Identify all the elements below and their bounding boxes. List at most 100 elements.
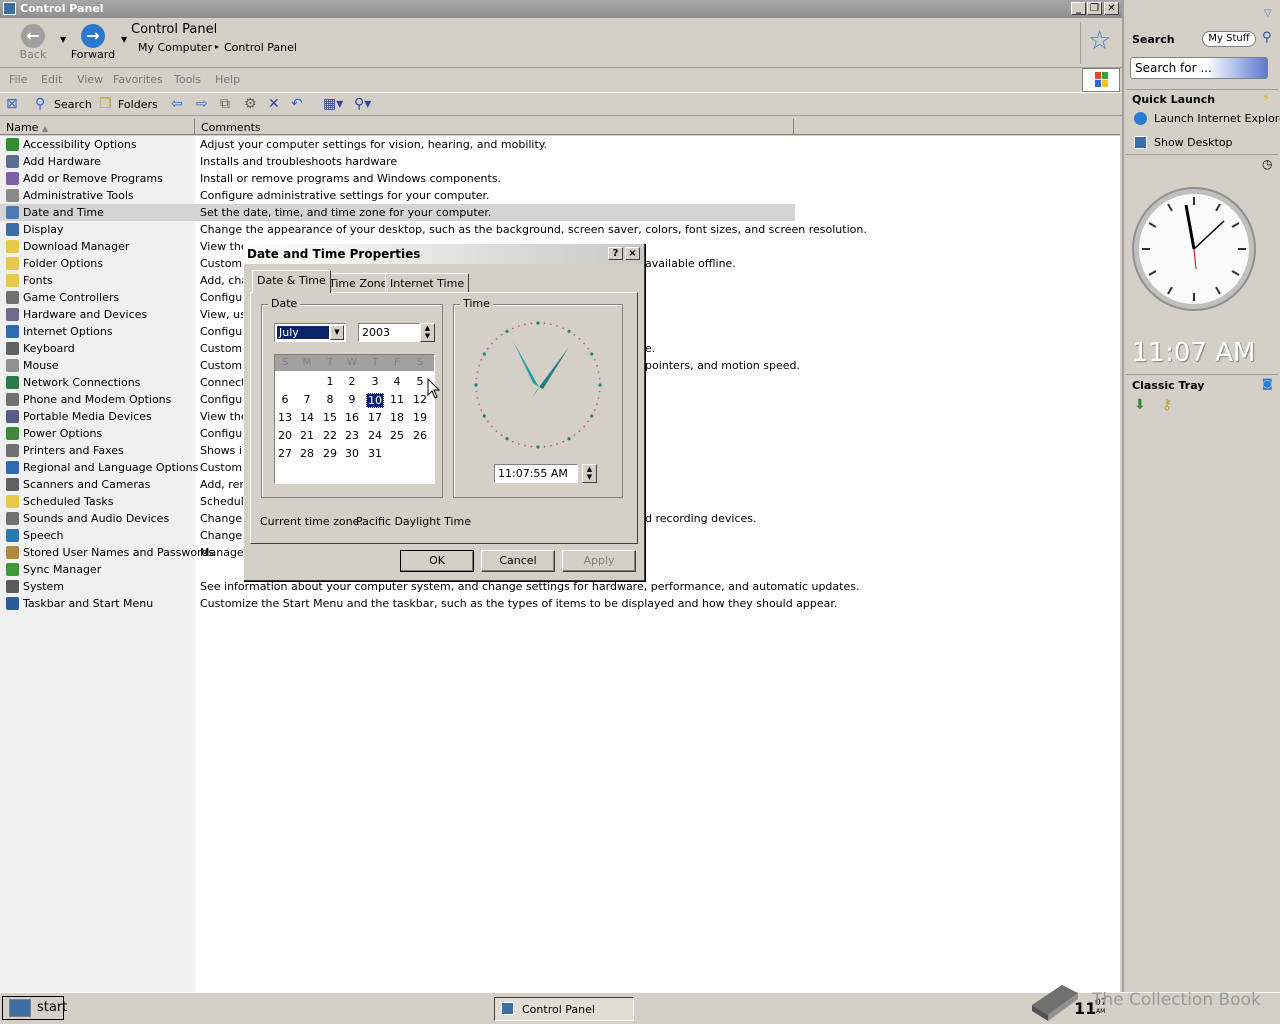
list-item[interactable]: Add or Remove Programs Install or remove … [0,170,795,187]
properties-icon[interactable]: ⚙ [244,97,257,111]
calendar-day[interactable]: 27 [276,447,294,460]
tab-internet-time[interactable]: Internet Time [385,273,470,293]
calendar-day[interactable]: 7 [298,393,316,406]
item-icon [6,223,19,236]
cancel-button[interactable]: Cancel [481,550,555,572]
move-to-icon[interactable]: ⇨ [196,97,208,111]
time-group-label: Time [460,297,493,310]
folders-button[interactable]: Folders [118,98,158,111]
undo-icon[interactable]: ↶ [291,97,303,111]
favorites-star-icon[interactable]: ☆ [1088,26,1111,56]
back-button[interactable]: ← Back [16,24,50,61]
calendar-day[interactable]: 3 [366,375,384,388]
clock-settings-icon[interactable]: ◷ [1262,157,1272,171]
window-titlebar[interactable]: Control Panel _ ❐ ✕ [0,0,1122,18]
search-button[interactable]: Search [54,98,92,111]
start-button[interactable]: start [2,996,67,1020]
calendar-day[interactable]: 19 [411,411,429,424]
calendar-day[interactable]: 11 [388,393,406,406]
menu-edit[interactable]: Edit [41,73,62,86]
breadcrumb-control-panel[interactable]: Control Panel [224,41,297,54]
calendar-day[interactable]: 9 [343,393,361,406]
calendar-day[interactable]: 24 [366,429,384,442]
restore-button[interactable]: ❐ [1087,2,1102,15]
breadcrumb-my-computer[interactable]: My Computer [138,41,212,54]
tab-date-time[interactable]: Date & Time [252,270,331,293]
calendar-day[interactable]: 10 [366,393,384,408]
dialog-titlebar[interactable]: Date and Time Properties ? × [244,244,644,264]
menu-view[interactable]: View [77,73,103,86]
calendar-day[interactable]: 30 [343,447,361,460]
classic-tray-icon[interactable]: ◙ [1262,377,1273,390]
list-item[interactable]: Add Hardware Installs and troubleshoots h… [0,153,795,170]
search-sidebar-icon[interactable]: ⚲ [1262,30,1272,45]
delete-icon[interactable]: ✕ [268,97,280,111]
list-item[interactable]: Date and Time Set the date, time, and tim… [0,204,795,221]
calendar-day[interactable]: 14 [298,411,316,424]
calendar-day[interactable]: 28 [298,447,316,460]
calendar-day[interactable]: 2 [343,375,361,388]
menu-tools[interactable]: Tools [174,73,201,86]
year-spinner[interactable]: ▲ ▼ [420,323,435,342]
month-dropdown-icon[interactable]: ▼ [330,325,344,340]
calendar-day[interactable]: 26 [411,429,429,442]
back-dropdown-icon[interactable]: ▼ [60,35,66,44]
time-field[interactable]: 11:07:55 AM [494,464,578,483]
quick-launch-label: Quick Launch [1132,93,1216,106]
menu-help[interactable]: Help [215,73,240,86]
up-folder-icon[interactable]: ⇦ [171,97,183,111]
menu-favorites[interactable]: Favorites [113,73,163,86]
calendar-day[interactable]: 22 [321,429,339,442]
my-stuff-button[interactable]: My Stuff [1202,31,1256,47]
calendar-day[interactable]: 16 [343,411,361,424]
ql-show-desktop[interactable]: Show Desktop [1154,136,1233,149]
calendar-day[interactable]: 13 [276,411,294,424]
calendar-day[interactable]: 25 [388,429,406,442]
zoom-icon[interactable]: ⚲▾ [354,97,371,111]
month-select[interactable]: July ▼ [274,323,346,342]
ok-button[interactable]: OK [400,550,474,572]
tray-network-icon[interactable]: ⬇ [1134,397,1146,413]
year-field[interactable]: 2003 [358,323,420,342]
copy-to-icon[interactable]: ⧉ [220,97,230,111]
forward-dropdown-icon[interactable]: ▼ [121,35,127,44]
list-item[interactable]: Taskbar and Start Menu Customize the Star… [0,595,837,612]
calendar-day[interactable]: 15 [321,411,339,424]
list-item[interactable]: Administrative Tools Configure administra… [0,187,795,204]
close-button[interactable]: ✕ [1104,2,1119,15]
tray-keys-icon[interactable]: ⚷ [1162,397,1172,413]
calendar-day[interactable]: 31 [366,447,384,460]
weekday-header: T [326,357,334,368]
taskbar-item-control-panel[interactable]: Control Panel [494,997,634,1021]
dialog-help-button[interactable]: ? [608,247,623,260]
tab-time-zone[interactable]: Time Zone [324,273,393,293]
apply-button[interactable]: Apply [562,550,636,572]
list-item[interactable]: Display Change the appearance of your des… [0,221,867,238]
column-comments[interactable]: Comments [195,119,794,135]
views-icon[interactable]: ▦▾ [323,97,343,111]
calendar-day[interactable]: 1 [321,375,339,388]
calendar-day[interactable]: 6 [276,393,294,406]
time-spinner[interactable]: ▲ ▼ [582,464,597,483]
menu-file[interactable]: File [9,73,27,86]
dialog-close-button[interactable]: × [625,247,640,260]
calendar-day[interactable]: 4 [388,375,406,388]
calendar-day[interactable]: 17 [366,411,384,424]
minimize-button[interactable]: _ [1071,2,1086,15]
column-name[interactable]: Name ▲ [0,119,195,135]
quick-launch-lightning-icon: ⚡ [1262,91,1270,104]
calendar-day[interactable]: 29 [321,447,339,460]
close-pane-icon[interactable]: ⊠ [6,97,18,111]
forward-button[interactable]: → Forward [70,24,116,61]
calendar-day[interactable]: 21 [298,429,316,442]
calendar-day[interactable]: 18 [388,411,406,424]
list-item[interactable]: Accessibility Options Adjust your compute… [0,136,795,153]
calendar-day[interactable]: 8 [321,393,339,406]
item-icon [6,427,19,440]
start-logo-icon [9,999,31,1017]
sidebar-menu-icon[interactable]: ▽ [1264,8,1272,19]
ql-launch-ie[interactable]: Launch Internet Explore [1154,112,1280,125]
calendar-day[interactable]: 23 [343,429,361,442]
calendar-day[interactable]: 20 [276,429,294,442]
sidebar-search-input[interactable]: Search for ... [1130,57,1268,79]
